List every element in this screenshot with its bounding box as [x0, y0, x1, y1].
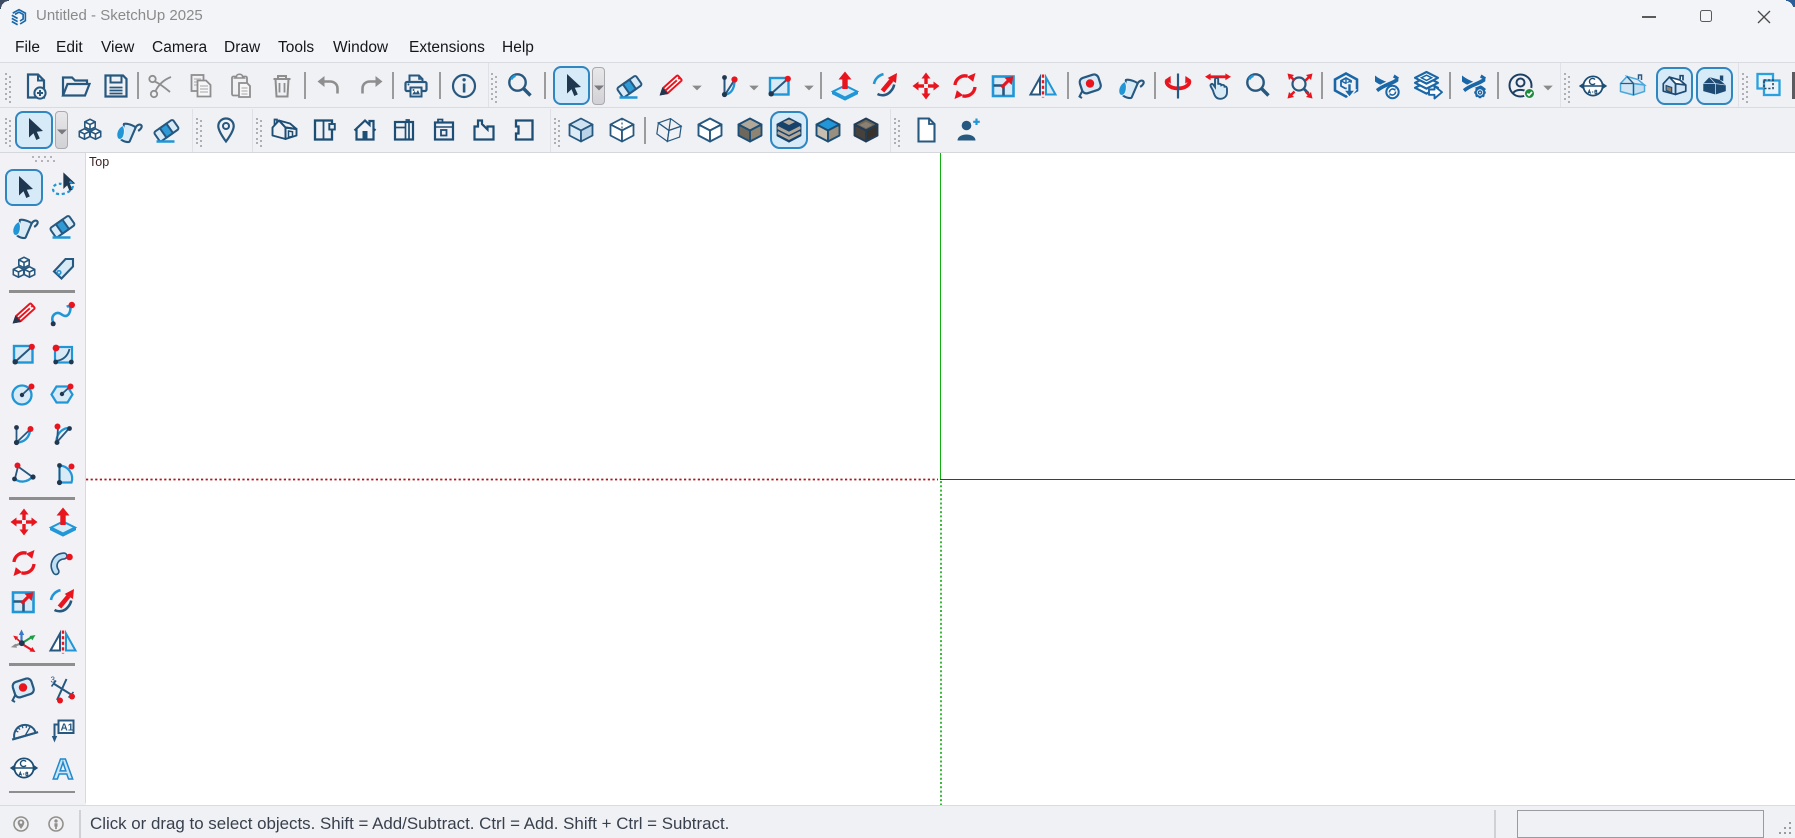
svg-text:3: 3 [51, 676, 56, 685]
svg-text:A1: A1 [61, 723, 74, 734]
svg-text:A: A [53, 754, 74, 784]
